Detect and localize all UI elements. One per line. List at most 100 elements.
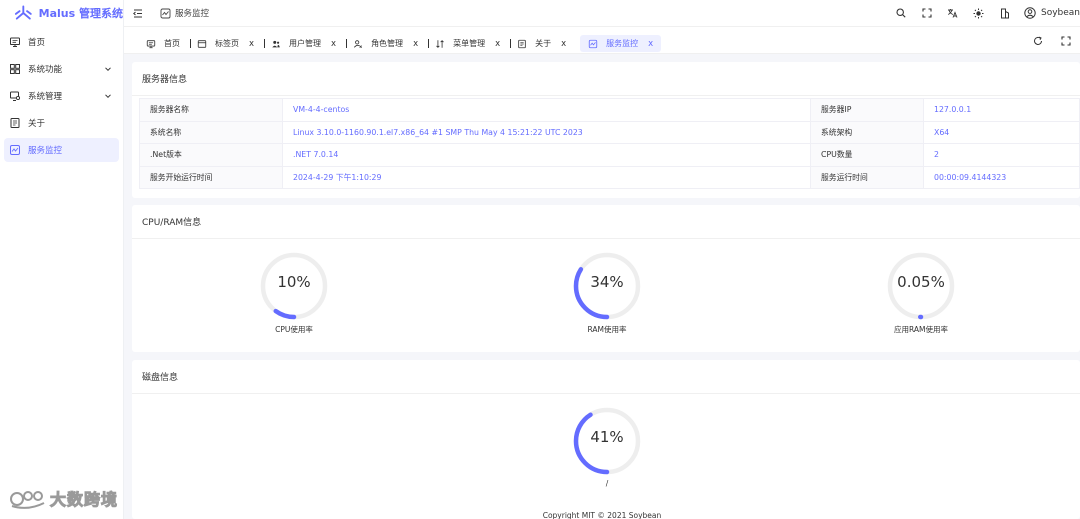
tab-close-button[interactable]: x: [249, 39, 254, 49]
tab-close-button[interactable]: x: [413, 39, 418, 49]
layout-settings-button[interactable]: [998, 6, 1012, 20]
sidebar-item-label: 服务监控: [28, 146, 63, 156]
menu-fold-button[interactable]: [130, 5, 146, 21]
theme-toggle-button[interactable]: [972, 6, 986, 20]
disk-card: 磁盘信息 41% /: [132, 360, 1080, 519]
gauge-label: /: [605, 479, 609, 488]
gauge-label: CPU使用率: [275, 325, 313, 334]
refresh-button[interactable]: [1032, 35, 1044, 47]
tab-icon-wrap: [517, 39, 527, 49]
tab-1[interactable]: 标签页 x: [195, 35, 260, 52]
app-title: Malus 管理系统: [38, 7, 123, 20]
translate-icon: [948, 9, 958, 18]
gauge-value: 41%: [590, 428, 624, 446]
server-info-card: 服务器信息 服务器名称 VM-4-4-centos 服务器IP 127.0.0.1 系统…: [132, 62, 1080, 198]
tab-label: 首页: [164, 39, 180, 48]
tab-fullscreen-button[interactable]: [1060, 35, 1072, 47]
gauge-value: 0.05%: [897, 273, 945, 291]
info-value: 2: [923, 143, 1080, 167]
sidebar-item-label: 关于: [28, 119, 46, 129]
tab-separator: [264, 39, 266, 48]
tab-close-button[interactable]: x: [331, 39, 336, 49]
tab-2[interactable]: 用户管理 x: [269, 35, 342, 52]
chart-icon: [10, 145, 20, 155]
tab-label: 标签页: [215, 39, 239, 48]
layout-icon: [1000, 8, 1009, 18]
sidebar-item-1[interactable]: 系统功能: [4, 57, 119, 81]
user-menu[interactable]: Soybean: [1024, 7, 1080, 19]
tabs-toolbar: [1024, 35, 1080, 47]
search-button[interactable]: [894, 6, 908, 20]
gauge-value: 34%: [590, 273, 624, 291]
tab-6[interactable]: 服务监控 x: [580, 35, 662, 52]
chevron-down-icon: [105, 94, 111, 99]
cpu-ram-card: CPU/RAM信息 10% CPU使用率 34% RAM使用率 0.05% 应用RAM使用…: [132, 205, 1080, 352]
tab-close-button[interactable]: x: [561, 39, 566, 49]
sidebar-item-3[interactable]: 关于: [4, 111, 119, 135]
gauge-label: RAM使用率: [587, 325, 627, 334]
tab-icon-wrap: [146, 39, 156, 49]
gauge: 34% RAM使用率: [552, 251, 662, 335]
sidebar-item-label: 系统管理: [28, 92, 63, 102]
cpu-ram-title: CPU/RAM信息: [132, 205, 1080, 239]
search-icon: [896, 8, 906, 18]
document-icon: [10, 118, 20, 128]
tab-separator: [346, 39, 348, 48]
tab-3[interactable]: 角色管理 x: [351, 35, 424, 52]
tab-icon-wrap: [271, 39, 281, 49]
tab-close-button[interactable]: x: [648, 39, 653, 49]
table-row: .Net版本 .NET 7.0.14 CPU数量 2: [139, 143, 1080, 167]
tab-icon-wrap: [588, 39, 598, 49]
grid-icon: [10, 64, 20, 74]
sidebar-item-icon: [9, 36, 21, 48]
disk-gauges: 41% /: [132, 406, 1080, 496]
tab-separator: [190, 39, 191, 48]
watermark-text: 大数跨境: [49, 490, 119, 510]
tab-icon-wrap: [435, 39, 445, 49]
watermark-logo-icon: [10, 491, 45, 509]
server-info-table-wrap: 服务器名称 VM-4-4-centos 服务器IP 127.0.0.1 系统名称 Linu…: [139, 98, 1080, 189]
sun-icon: [973, 8, 984, 18]
fullscreen-icon: [922, 8, 932, 18]
cpu-ram-gauges: 10% CPU使用率 34% RAM使用率 0.05% 应用RAM使用率: [132, 251, 1080, 341]
main-content: 服务器信息 服务器名称 VM-4-4-centos 服务器IP 127.0.0.1 系统…: [124, 54, 1080, 519]
tab-icon: [197, 39, 207, 48]
tab-separator: [428, 39, 430, 48]
tab-label: 角色管理: [371, 39, 404, 48]
monitor-icon: [10, 37, 20, 47]
table-row: 系统名称 Linux 3.10.0-1160.90.1.el7.x86_64 #1…: [139, 120, 1080, 144]
server-info-title: 服务器信息: [132, 62, 1080, 96]
info-key: 服务开始运行时间: [139, 165, 283, 189]
info-key: 系统名称: [139, 120, 283, 144]
tab-close-button[interactable]: x: [495, 39, 500, 49]
sidebar-item-label: 系统功能: [28, 65, 63, 75]
users-icon: [272, 40, 280, 47]
tab-5[interactable]: 关于 x: [515, 35, 572, 52]
tab-4[interactable]: 菜单管理 x: [433, 35, 506, 52]
fullscreen-button[interactable]: [920, 6, 934, 20]
info-key: 服务器名称: [139, 98, 283, 122]
tab-0[interactable]: 首页: [144, 35, 186, 52]
sidebar-item-icon: [9, 117, 21, 129]
footer: Copyright MIT © 2021 Soybean: [542, 511, 662, 519]
info-key: .Net版本: [139, 143, 283, 167]
settings-screen-icon: [10, 91, 21, 101]
monitor-icon: [146, 39, 156, 48]
sidebar-item-0[interactable]: 首页: [4, 30, 119, 54]
logo[interactable]: Malus 管理系统: [0, 0, 123, 26]
logo-icon: [14, 5, 32, 20]
watermark: 大数跨境: [8, 486, 118, 510]
info-key: 服务器IP: [810, 98, 924, 122]
gauge-label: 应用RAM使用率: [893, 325, 948, 334]
sidebar-item-icon: [9, 144, 21, 156]
tab-list: 首页 标签页 x 用户管理 x 角色管理 x 菜单管理 x 关于 x 服务监控 x: [144, 35, 662, 52]
breadcrumb[interactable]: 服务监控: [160, 7, 209, 19]
tab-icon-wrap: [197, 39, 207, 49]
info-key: 服务运行时间: [810, 165, 924, 189]
sidebar-item-4[interactable]: 服务监控: [4, 138, 119, 162]
header: 服务监控 Soybean: [124, 0, 1080, 26]
sidebar-item-2[interactable]: 系统管理: [4, 84, 119, 108]
language-button[interactable]: [946, 6, 960, 20]
breadcrumb-current: 服务监控: [175, 9, 210, 19]
sidebar-item-icon: [9, 90, 21, 102]
